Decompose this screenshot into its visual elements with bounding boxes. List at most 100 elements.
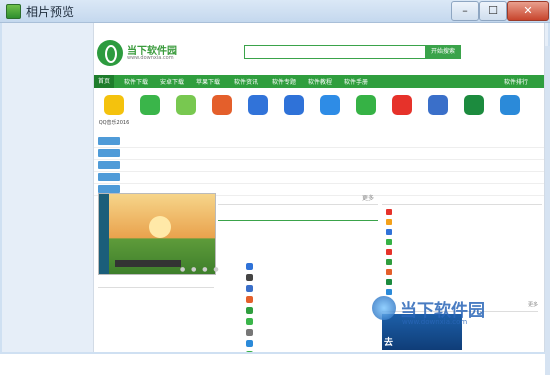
download-row [246, 261, 376, 272]
rank-row [382, 277, 542, 287]
photo-viewer-window: 相片预览 – ☐ ✕ 当下软件园 www.downxia.com 开始搜索 首页… [0, 0, 550, 375]
sub-category [218, 306, 244, 317]
nav-item: 苹果下载 [196, 79, 221, 86]
download-row [246, 327, 376, 338]
sub-category [218, 328, 244, 339]
app-item [460, 93, 488, 133]
category-row [94, 136, 544, 148]
sub-category-list [218, 262, 244, 352]
nav-item: 软件手册 [344, 79, 369, 86]
app-label: QQ音乐2016 [98, 120, 130, 126]
slider-dots: ● ● ● ● [180, 266, 221, 273]
app-icon [284, 95, 304, 115]
software-icon [246, 285, 253, 292]
watermark: 当下软件园 www.downxia.com [372, 292, 542, 332]
download-list [246, 261, 376, 352]
rank-row [382, 227, 542, 237]
category-tag [98, 149, 120, 157]
download-row [246, 272, 376, 283]
app-icon [140, 95, 160, 115]
software-icon [246, 329, 253, 336]
main-nav: 首页 软件下载 安卓下载 苹果下载 软件资讯 软件专题 软件教程 软件手册 软件… [94, 75, 544, 88]
nav-item: 软件教程 [308, 79, 333, 86]
download-row [246, 283, 376, 294]
sub-category [218, 317, 244, 328]
app-item [424, 93, 452, 133]
rank-icon [386, 269, 392, 275]
game-screenshot [98, 193, 216, 275]
sub-category [218, 273, 244, 284]
app-icon [500, 95, 520, 115]
viewer-right-rail [545, 46, 550, 375]
watermark-url: www.downxia.com [402, 318, 468, 326]
category-tag [98, 185, 120, 193]
minimize-button[interactable]: – [451, 1, 479, 21]
close-button[interactable]: ✕ [507, 1, 549, 21]
maximize-button[interactable]: ☐ [479, 1, 507, 21]
rank-icon [386, 209, 392, 215]
top-strip [94, 25, 544, 37]
category-rows [94, 136, 544, 196]
sub-category [218, 262, 244, 273]
app-icon [428, 95, 448, 115]
banner-line-2: 去 [384, 338, 394, 348]
app-icon [464, 95, 484, 115]
rank-row [382, 247, 542, 257]
site-url: www.downxia.com [127, 55, 174, 61]
rank-row [382, 217, 542, 227]
screenshot-sun [149, 216, 171, 238]
ranking-header [382, 193, 542, 205]
app-item [172, 93, 200, 133]
download-row [246, 305, 376, 316]
software-icon [246, 307, 253, 314]
sub-category [218, 284, 244, 295]
watermark-logo-icon [372, 296, 396, 320]
download-row [246, 349, 376, 352]
software-icon [246, 351, 253, 352]
software-icon [246, 340, 253, 347]
rank-icon [386, 279, 392, 285]
category-tag [98, 137, 120, 145]
software-icon [246, 296, 253, 303]
sub-category [218, 339, 244, 350]
search-button: 开始搜索 [425, 45, 461, 59]
latest-updates-header: 更多 [218, 193, 378, 205]
download-row [246, 338, 376, 349]
app-icon [6, 4, 21, 19]
rank-icon [386, 249, 392, 255]
title-bar: 相片预览 – ☐ ✕ [0, 0, 550, 23]
app-item [316, 93, 344, 133]
rank-icon [386, 229, 392, 235]
nav-item: 软件专题 [272, 79, 297, 86]
left-news [98, 285, 214, 300]
app-item [208, 93, 236, 133]
rank-icon [386, 239, 392, 245]
app-item: QQ音乐2016 [99, 93, 129, 133]
screenshot-sidebar [99, 194, 109, 274]
rank-row [382, 207, 542, 217]
nav-item: 软件排行 [504, 79, 529, 86]
sub-category [218, 295, 244, 306]
download-row [246, 316, 376, 327]
rank-row [382, 257, 542, 267]
latest-updates: 更多 [218, 193, 378, 352]
category-row [94, 148, 544, 160]
category-tabs [218, 211, 378, 221]
app-item [244, 93, 272, 133]
app-icon [176, 95, 196, 115]
app-icon [104, 95, 124, 115]
rank-icon [386, 219, 392, 225]
more-link: 更多 [361, 195, 374, 202]
nav-item: 软件资讯 [234, 79, 259, 86]
app-icon-row: QQ音乐2016 [94, 93, 544, 133]
download-row [246, 294, 376, 305]
app-item [388, 93, 416, 133]
search-input [244, 45, 426, 59]
category-row [94, 172, 544, 184]
software-icon [246, 263, 253, 270]
software-icon [246, 274, 253, 281]
app-item [352, 93, 380, 133]
rank-row [382, 237, 542, 247]
site-logo-icon [97, 40, 123, 66]
rank-icon [386, 259, 392, 265]
